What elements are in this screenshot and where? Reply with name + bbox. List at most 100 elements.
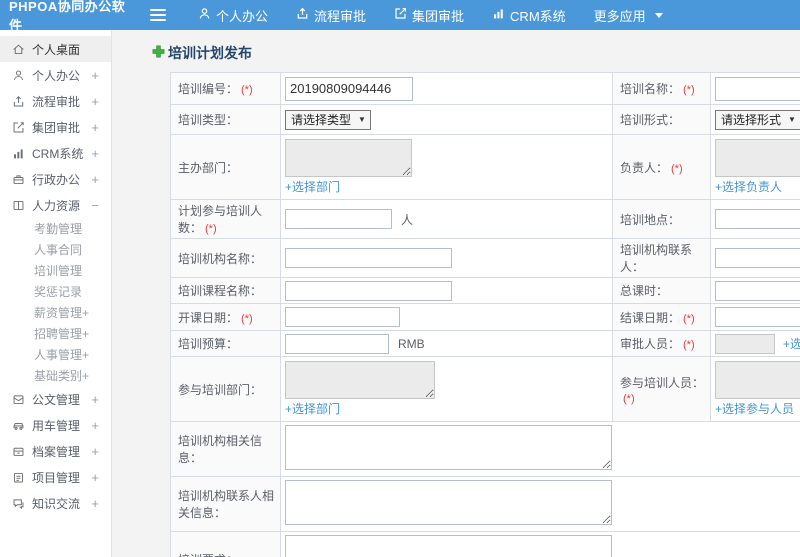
sidebar-subitem-attendance[interactable]: 考勤管理 <box>0 218 111 239</box>
form-row: 培训机构名称： 培训机构联系人： <box>170 238 800 278</box>
location-input[interactable] <box>715 209 800 229</box>
sidebar-subitem-hr-contract[interactable]: 人事合同 <box>0 239 111 260</box>
sidebar: 个人桌面 个人办公 + 流程审批 + 集团审批 + CRM系统 + 行政办公 +… <box>0 30 112 557</box>
sidebar-item-document-mgmt[interactable]: 公文管理 + <box>0 386 111 412</box>
end-date-input[interactable] <box>715 307 800 327</box>
bar-chart-icon <box>492 7 505 23</box>
leader-textarea[interactable] <box>715 139 800 177</box>
field-label: 参与培训部门： <box>178 382 263 397</box>
form-row: 培训预算： RMB 审批人员：(*) +选择审批人员 <box>170 330 800 357</box>
nav-crm-system[interactable]: CRM系统 <box>478 0 580 30</box>
edit-square-icon <box>394 7 407 23</box>
bar-chart-icon <box>12 146 26 160</box>
required-marker: (*) <box>683 339 695 351</box>
nav-label: 更多应用 <box>593 8 646 24</box>
training-type-select[interactable]: 请选择类型 ▼ <box>285 109 371 130</box>
sidebar-item-archive-mgmt[interactable]: 档案管理 + <box>0 438 111 464</box>
form-row: 培训机构联系人相关信息： <box>170 476 800 532</box>
unit-suffix: 人 <box>401 212 414 227</box>
training-plan-form: 培训编号：(*) 培训名称：(*) 培训类型： 请选择类型▼ 培训形式： 请选择… <box>170 72 800 557</box>
briefcase-icon <box>12 172 26 186</box>
participating-depts-textarea[interactable] <box>285 361 435 399</box>
sidebar-item-personal-desktop[interactable]: 个人桌面 <box>0 36 111 62</box>
person-icon <box>198 7 211 23</box>
host-dept-textarea[interactable] <box>285 139 412 177</box>
sidebar-subitem-training-mgmt[interactable]: 培训管理 <box>0 260 111 281</box>
field-label: 培训要求： <box>178 553 238 557</box>
select-leader-link[interactable]: +选择负责人 <box>715 178 800 195</box>
start-date-input[interactable] <box>285 307 400 327</box>
main-content: 培训计划发布 培训编号：(*) 培训名称：(*) 培训类型： 请选择类型▼ 培训… <box>112 30 800 557</box>
form-row: 计划参与培训人数： (*) 人 培训地点： <box>170 199 800 239</box>
field-label: 培训预算： <box>178 337 239 351</box>
select-approver-link[interactable]: +选择审批人员 <box>783 335 800 352</box>
page-title: 培训计划发布 <box>152 43 800 63</box>
sidebar-item-crm[interactable]: CRM系统 + <box>0 140 111 166</box>
sidebar-item-hr[interactable]: 人力资源 − <box>0 192 111 218</box>
training-name-input[interactable] <box>715 76 800 101</box>
select-arrow-icon: ▼ <box>358 115 366 124</box>
required-marker: (*) <box>241 312 253 325</box>
field-label: 培训机构相关信息： <box>178 434 263 465</box>
requirements-textarea[interactable] <box>285 535 612 557</box>
home-icon <box>12 42 26 56</box>
field-label: 培训类型： <box>178 113 239 127</box>
field-label: 结课日期： <box>620 310 681 325</box>
form-row: 培训要求： <box>170 531 800 557</box>
training-form-select[interactable]: 请选择形式 ▼ <box>715 109 800 130</box>
nav-group-approval[interactable]: 集团审批 <box>380 0 478 30</box>
field-label: 负责人： <box>620 160 669 175</box>
org-name-input[interactable] <box>285 248 452 268</box>
field-label: 参与培训人员： <box>620 375 705 390</box>
menu-toggle-icon[interactable] <box>150 9 166 21</box>
nav-personal-office[interactable]: 个人办公 <box>184 0 282 30</box>
app-window: PHPOA协同办公软件 个人办公 流程审批 集团审批 CRM系统 更多应用 个人… <box>0 0 800 557</box>
form-row: 参与培训部门： +选择部门 参与培训人员： (*) +选择参与人员 <box>170 356 800 422</box>
sidebar-item-project-mgmt[interactable]: 项目管理 + <box>0 464 111 490</box>
car-icon <box>12 418 26 432</box>
nav-more-apps[interactable]: 更多应用 <box>580 0 677 30</box>
sidebar-subitem-recruit-mgmt[interactable]: 招聘管理 + <box>0 323 111 344</box>
form-row: 培训课程名称： 总课时： <box>170 277 800 304</box>
form-row: 开课日期： (*) 结课日期： (*) <box>170 303 800 331</box>
total-hours-input[interactable] <box>715 280 800 301</box>
select-dept-link[interactable]: +选择部门 <box>285 400 608 417</box>
org-contact-input[interactable] <box>715 248 800 268</box>
field-label: 培训名称： <box>620 82 681 96</box>
sidebar-item-flow-approval[interactable]: 流程审批 + <box>0 88 111 114</box>
add-plus-icon <box>152 45 165 61</box>
course-name-input[interactable] <box>285 280 452 301</box>
top-nav: 个人办公 流程审批 集团审批 CRM系统 更多应用 <box>184 0 677 30</box>
form-row: 培训机构相关信息： <box>170 421 800 477</box>
sidebar-subitem-salary-mgmt[interactable]: 薪资管理 + <box>0 302 111 323</box>
sidebar-item-admin-office[interactable]: 行政办公 + <box>0 166 111 192</box>
edit-square-icon <box>12 120 26 134</box>
field-label: 审批人员： <box>620 337 681 351</box>
nav-flow-approval[interactable]: 流程审批 <box>282 0 380 30</box>
field-label: 培训机构联系人： <box>620 243 693 274</box>
training-no-input[interactable] <box>285 76 413 101</box>
org-contact-info-textarea[interactable] <box>285 480 612 525</box>
sidebar-subitem-base-category[interactable]: 基础类别设置 + <box>0 365 111 386</box>
org-info-textarea[interactable] <box>285 425 612 470</box>
select-dept-link[interactable]: +选择部门 <box>285 178 608 195</box>
field-label: 培训编号： <box>178 82 239 96</box>
sidebar-subitem-personnel-mgmt[interactable]: 人事管理 + <box>0 344 111 365</box>
sidebar-item-personal-office[interactable]: 个人办公 + <box>0 62 111 88</box>
sidebar-item-vehicle-mgmt[interactable]: 用车管理 + <box>0 412 111 438</box>
clipboard-icon <box>12 470 26 484</box>
participants-textarea[interactable] <box>715 361 800 399</box>
form-row: 培训编号：(*) 培训名称：(*) <box>170 72 800 105</box>
archive-icon <box>12 444 26 458</box>
approver-input[interactable] <box>715 333 775 354</box>
upload-flow-icon <box>12 94 26 108</box>
sidebar-item-group-approval[interactable]: 集团审批 + <box>0 114 111 140</box>
planned-count-input[interactable] <box>285 209 392 229</box>
field-label: 计划参与培训人数： <box>178 204 263 235</box>
field-label: 培训形式： <box>620 113 681 127</box>
budget-input[interactable] <box>285 333 389 354</box>
sidebar-subitem-reward-punishment[interactable]: 奖惩记录 <box>0 281 111 302</box>
chat-icon <box>12 496 26 510</box>
select-participants-link[interactable]: +选择参与人员 <box>715 400 800 417</box>
sidebar-item-knowledge-exchange[interactable]: 知识交流 + <box>0 490 111 516</box>
